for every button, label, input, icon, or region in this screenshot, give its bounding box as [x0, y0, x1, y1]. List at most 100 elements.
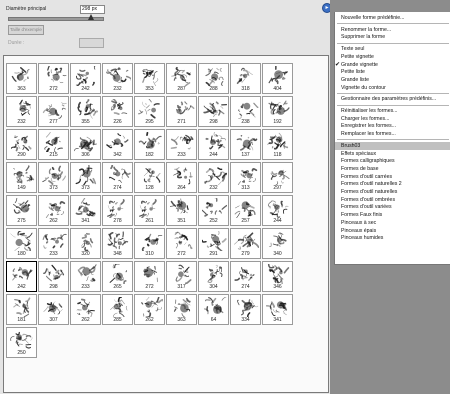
brush-thumbnail[interactable]: 274	[230, 261, 261, 292]
brush-thumbnail-grid: 363 272 242 232 353 287 288 318 404 232 277 355 226 2…	[3, 55, 329, 393]
brush-thumbnail[interactable]: 355	[70, 96, 101, 127]
diameter-input[interactable]: 298 px	[80, 5, 105, 14]
brush-thumbnail[interactable]: 265	[102, 261, 133, 292]
brush-thumbnail[interactable]: 272	[134, 261, 165, 292]
brush-thumbnail[interactable]: 64	[198, 294, 229, 325]
brush-thumbnail[interactable]: 233	[70, 261, 101, 292]
brush-thumbnail[interactable]: 182	[134, 129, 165, 160]
brush-thumbnail[interactable]: 262	[38, 195, 69, 226]
diameter-slider-handle[interactable]	[87, 14, 94, 20]
brush-thumbnail[interactable]: 341	[262, 294, 293, 325]
brush-thumbnail[interactable]: 304	[198, 261, 229, 292]
menu-item[interactable]: Vignette du contour	[335, 84, 450, 92]
brush-thumbnail[interactable]: 238	[230, 96, 261, 127]
brush-thumbnail[interactable]: 290	[6, 129, 37, 160]
brush-thumbnail[interactable]: 351	[166, 195, 197, 226]
menu-item[interactable]: Supprimer la forme	[335, 33, 450, 41]
brush-thumbnail[interactable]: 288	[198, 63, 229, 94]
brush-size-label: 64	[210, 317, 217, 323]
brush-thumbnail[interactable]: 297	[262, 162, 293, 193]
brush-thumbnail[interactable]: 232	[6, 96, 37, 127]
brush-thumbnail[interactable]: 353	[134, 63, 165, 94]
brush-thumbnail[interactable]: 275	[6, 195, 37, 226]
brush-size-label: 304	[209, 284, 218, 290]
brush-stroke-preview	[43, 264, 65, 282]
brush-thumbnail[interactable]: 192	[262, 96, 293, 127]
brush-thumbnail[interactable]: 232	[102, 63, 133, 94]
brush-thumbnail[interactable]: 295	[134, 96, 165, 127]
brush-thumbnail[interactable]: 128	[134, 162, 165, 193]
brush-thumbnail[interactable]: 272	[38, 63, 69, 94]
brush-thumbnail[interactable]: 277	[38, 96, 69, 127]
brush-size-label: 295	[145, 119, 154, 125]
brush-thumbnail[interactable]: 363	[6, 63, 37, 94]
brush-thumbnail[interactable]: 342	[102, 129, 133, 160]
brush-thumbnail[interactable]: 318	[230, 63, 261, 94]
brush-thumbnail[interactable]: 233	[166, 129, 197, 160]
menu-item[interactable]: Nouvelle forme prédéfinie...	[335, 14, 450, 22]
brush-thumbnail[interactable]: 232	[198, 162, 229, 193]
brush-stroke-preview	[170, 198, 189, 214]
brush-thumbnail[interactable]: 317	[166, 261, 197, 292]
brush-size-label: 257	[241, 218, 250, 224]
brush-thumbnail[interactable]: 261	[134, 195, 165, 226]
brush-thumbnail[interactable]: 252	[198, 195, 229, 226]
brush-stroke-preview	[268, 66, 288, 85]
brush-thumbnail[interactable]: 334	[230, 294, 261, 325]
brush-thumbnail[interactable]: 279	[230, 228, 261, 259]
brush-thumbnail[interactable]: 306	[70, 129, 101, 160]
brush-thumbnail[interactable]: 274	[102, 162, 133, 193]
menu-item-label: Pinceaux épais	[341, 227, 377, 234]
brush-thumbnail[interactable]: 215	[38, 129, 69, 160]
brush-thumbnail[interactable]: 320	[70, 228, 101, 259]
brush-thumbnail[interactable]: 244	[262, 195, 293, 226]
brush-thumbnail[interactable]: 181	[6, 294, 37, 325]
brush-thumbnail[interactable]: 348	[102, 228, 133, 259]
brush-thumbnail[interactable]: 118	[262, 129, 293, 160]
brush-thumbnail[interactable]: 340	[262, 228, 293, 259]
brush-thumbnail[interactable]: 233	[38, 228, 69, 259]
menu-item[interactable]: Remplacer les formes...	[335, 130, 450, 138]
brush-size-label: 298	[49, 284, 58, 290]
brush-thumbnail[interactable]: 307	[38, 294, 69, 325]
brush-size-label: 265	[113, 284, 122, 290]
brush-size-label: 262	[145, 317, 154, 323]
brush-thumbnail[interactable]: 291	[198, 228, 229, 259]
brush-thumbnail[interactable]: 137	[230, 129, 261, 160]
brush-thumbnail[interactable]: 244	[198, 129, 229, 160]
menu-item[interactable]: Pinceaux humides	[335, 234, 450, 242]
brush-thumbnail[interactable]: 373	[38, 162, 69, 193]
brush-thumbnail[interactable]: 180	[6, 228, 37, 259]
brush-thumbnail[interactable]: 298	[38, 261, 69, 292]
brush-thumbnail[interactable]: 149	[6, 162, 37, 193]
brush-thumbnail[interactable]: 346	[262, 261, 293, 292]
brush-size-label: 307	[49, 317, 58, 323]
brush-thumbnail[interactable]: 285	[102, 294, 133, 325]
brush-thumbnail[interactable]: 226	[102, 96, 133, 127]
brush-thumbnail[interactable]: 242	[6, 261, 37, 292]
brush-stroke-preview	[237, 168, 258, 185]
brush-stroke-preview	[42, 233, 67, 249]
brush-stroke-preview	[44, 132, 63, 152]
brush-thumbnail[interactable]: 264	[166, 162, 197, 193]
menu-item[interactable]: Gestionnaire des paramètres prédéfinis..…	[335, 95, 450, 103]
brush-thumbnail[interactable]: 242	[70, 63, 101, 94]
brush-thumbnail[interactable]: 373	[70, 162, 101, 193]
brush-thumbnail[interactable]: 272	[166, 228, 197, 259]
brush-thumbnail[interactable]: 341	[70, 195, 101, 226]
brush-stroke-preview	[107, 231, 129, 250]
brush-thumbnail[interactable]: 287	[166, 63, 197, 94]
brush-size-label: 278	[113, 218, 122, 224]
brush-thumbnail[interactable]: 250	[6, 327, 37, 358]
brush-thumbnail[interactable]: 298	[198, 96, 229, 127]
sample-size-button[interactable]: Taille d'exemple	[8, 25, 44, 35]
brush-thumbnail[interactable]: 271	[166, 96, 197, 127]
brush-thumbnail[interactable]: 313	[230, 162, 261, 193]
brush-thumbnail[interactable]: 363	[166, 294, 197, 325]
brush-thumbnail[interactable]: 262	[70, 294, 101, 325]
brush-thumbnail[interactable]: 262	[134, 294, 165, 325]
brush-thumbnail[interactable]: 310	[134, 228, 165, 259]
brush-thumbnail[interactable]: 257	[230, 195, 261, 226]
brush-thumbnail[interactable]: 404	[262, 63, 293, 94]
brush-thumbnail[interactable]: 278	[102, 195, 133, 226]
